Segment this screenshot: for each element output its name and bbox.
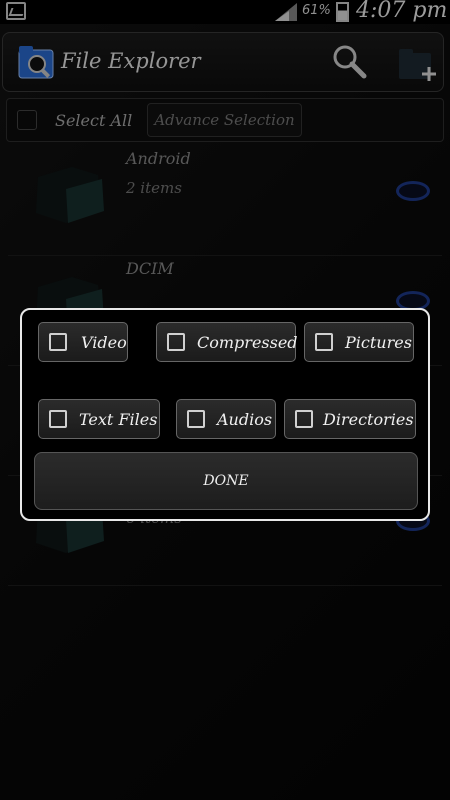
audios-checkbox[interactable] [187,410,205,428]
filter-video[interactable]: Video [38,322,128,362]
compressed-checkbox[interactable] [167,333,185,351]
filter-label: Directories [323,409,414,429]
filter-audios[interactable]: Audios [176,399,276,439]
file-type-filter-dialog: Video Compressed Pictures Text Files Aud… [20,308,430,521]
pictures-checkbox[interactable] [315,333,333,351]
filter-label: Text Files [79,409,158,429]
filter-label: Pictures [345,332,412,352]
filter-label: Compressed [197,332,298,352]
directories-checkbox[interactable] [295,410,313,428]
video-checkbox[interactable] [49,333,67,351]
filter-compressed[interactable]: Compressed [156,322,298,362]
filter-label: Audios [217,409,273,429]
filter-text-files[interactable]: Text Files [38,399,160,439]
filter-label: Video [81,332,127,352]
filter-directories[interactable]: Directories [284,399,416,439]
filter-pictures[interactable]: Pictures [304,322,414,362]
done-button[interactable]: DONE [34,452,418,510]
text-files-checkbox[interactable] [49,410,67,428]
